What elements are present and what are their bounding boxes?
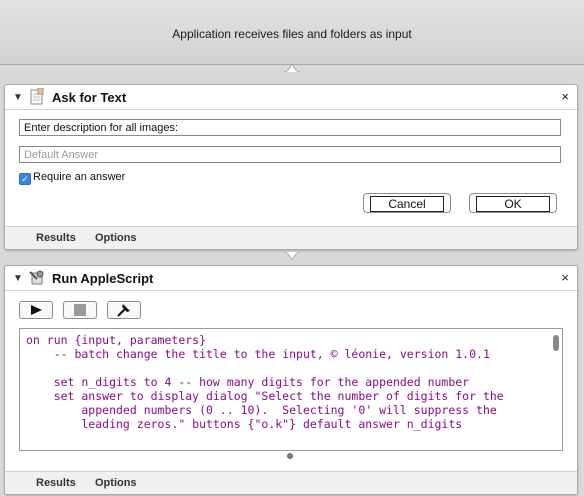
text-edit-icon [30, 88, 44, 105]
compile-button[interactable] [107, 301, 141, 319]
workflow-input-description: Application receives files and folders a… [172, 27, 412, 41]
default-answer-field[interactable] [19, 146, 561, 163]
close-icon[interactable]: × [561, 89, 569, 104]
close-icon[interactable]: × [561, 270, 569, 285]
ok-button[interactable]: OK [469, 193, 557, 213]
require-answer-label: Require an answer [33, 171, 126, 183]
cancel-button[interactable]: Cancel [363, 193, 451, 213]
action-header: ▼ Run AppleScript × [5, 266, 577, 291]
ask-for-text-action: ▼ Ask for Text × ✓ Require an answer Can… [4, 84, 578, 250]
run-button[interactable] [19, 301, 53, 319]
connector-notch [284, 252, 300, 260]
stop-icon [74, 304, 86, 316]
action-footer: Results Options [5, 471, 577, 494]
collapse-triangle-icon[interactable]: ▼ [13, 273, 23, 284]
run-applescript-action: ▼ Run AppleScript × on run {input, param… [4, 265, 578, 495]
results-tab[interactable]: Results [36, 477, 76, 489]
require-answer-checkbox[interactable]: ✓ [19, 173, 31, 185]
action-title: Run AppleScript [52, 271, 154, 286]
workflow-header: Application receives files and folders a… [0, 0, 584, 65]
action-title: Ask for Text [52, 90, 127, 105]
action-footer: Results Options [5, 226, 577, 249]
results-tab[interactable]: Results [36, 232, 76, 244]
connector-notch [284, 64, 300, 72]
hammer-icon [117, 304, 130, 317]
script-code: on run {input, parameters} -- batch chan… [26, 333, 504, 431]
question-field[interactable] [19, 119, 561, 136]
options-tab[interactable]: Options [95, 477, 137, 489]
scrollbar[interactable] [553, 335, 559, 351]
resize-handle[interactable] [287, 453, 293, 459]
script-editor-icon [29, 270, 44, 285]
collapse-triangle-icon[interactable]: ▼ [13, 92, 23, 103]
play-icon [31, 305, 42, 315]
stop-button[interactable] [63, 301, 97, 319]
options-tab[interactable]: Options [95, 232, 137, 244]
script-editor[interactable]: on run {input, parameters} -- batch chan… [19, 328, 563, 451]
action-header: ▼ Ask for Text × [5, 85, 577, 110]
